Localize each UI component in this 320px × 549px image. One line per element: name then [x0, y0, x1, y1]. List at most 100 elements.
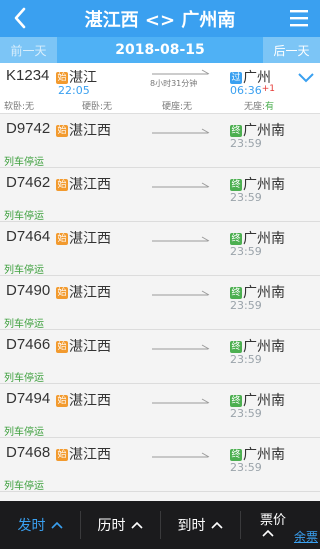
arrival-time: 23:59: [230, 299, 262, 312]
route-arrow-icon: [152, 69, 210, 75]
menu-button[interactable]: [288, 7, 310, 29]
train-number: D7462: [6, 174, 51, 191]
train-row[interactable]: D7494 始湛江西终广州南 23:59 列车停运: [0, 384, 320, 438]
train-number: D7490: [6, 282, 51, 299]
terminus-badge: 终: [230, 341, 242, 353]
chevron-down-icon[interactable]: [298, 71, 314, 83]
current-date[interactable]: 2018-08-15: [57, 37, 263, 63]
route-arrow-icon: [152, 452, 210, 458]
page-title: 湛江西 <> 广州南: [84, 9, 236, 31]
departure-station-name: 湛江西: [69, 123, 111, 139]
departure-station-name: 湛江西: [69, 447, 111, 463]
departure-station-name: 湛江西: [69, 231, 111, 247]
origin-badge: 始: [56, 179, 68, 191]
train-row[interactable]: D9742 始湛江西终广州南 23:59 列车停运: [0, 114, 320, 168]
sort-label: 历时: [97, 518, 126, 534]
arrival-time: 23:59: [230, 353, 262, 366]
train-number: D9742: [6, 120, 51, 137]
arrival-time: 23:59: [230, 191, 262, 204]
seat-value: 有: [265, 102, 275, 112]
next-day-button[interactable]: 后一天: [263, 37, 320, 63]
origin-badge: 始: [56, 233, 68, 245]
sort-by-price-button[interactable]: 票价 余票: [240, 501, 320, 549]
train-row[interactable]: D7464 始湛江西终广州南 23:59 列车停运: [0, 222, 320, 276]
terminus-badge: 终: [230, 287, 242, 299]
departure-station-name: 湛江西: [69, 339, 111, 355]
next-day-offset: +1: [261, 84, 275, 94]
seat-label: 无座:: [244, 102, 266, 112]
terminus-badge: 终: [230, 179, 242, 191]
route-arrow-icon: [152, 128, 210, 134]
status-label: 列车停运: [4, 373, 44, 384]
seat-soft-sleeper: 软卧:无: [4, 99, 34, 112]
terminus-badge: 终: [230, 395, 242, 407]
chevron-up-icon: [262, 529, 274, 537]
seat-value: 无: [25, 102, 35, 112]
train-number: D7494: [6, 390, 51, 407]
status-label: 列车停运: [4, 157, 44, 168]
chevron-up-icon: [210, 521, 223, 529]
arrival-time: 23:59: [230, 245, 262, 258]
route-arrow-icon: [152, 344, 210, 350]
origin-badge: 始: [56, 341, 68, 353]
seat-hard-seat: 硬座:无: [162, 99, 192, 112]
sort-by-duration-button[interactable]: 历时: [80, 501, 160, 549]
remaining-tickets-toggle[interactable]: 余票: [294, 528, 318, 545]
train-row[interactable]: D7470始湛江西终广州南23:59列车停运: [0, 492, 320, 501]
departure-time: 22:05: [58, 84, 90, 97]
train-number: K1234: [6, 67, 50, 84]
route-arrow-icon: [152, 290, 210, 296]
prev-day-button[interactable]: 前一天: [0, 37, 57, 63]
train-row[interactable]: D7468 始湛江西终广州南 23:59 列车停运: [0, 438, 320, 492]
sort-bar: 发时 历时 到时 票价 余票: [0, 501, 320, 549]
departure-station: 始湛江西: [56, 282, 111, 302]
terminus-badge: 终: [230, 233, 242, 245]
chevron-up-icon: [130, 521, 143, 529]
sort-by-arrival-button[interactable]: 到时: [160, 501, 240, 549]
travel-duration: 8小时31分钟: [150, 79, 198, 88]
departure-station-name: 湛江西: [69, 285, 111, 301]
train-row-expanded[interactable]: K1234 始湛江 22:05 8小时31分钟 过广州 06:36+1 软卧:无…: [0, 63, 320, 114]
seat-hard-sleeper: 硬卧:无: [82, 99, 112, 112]
origin-badge: 始: [56, 287, 68, 299]
pass-through-badge: 过: [230, 72, 242, 84]
sort-label: 到时: [177, 518, 206, 534]
origin-badge: 始: [56, 395, 68, 407]
price-label: 票价: [260, 513, 287, 528]
route-arrow-icon: [152, 236, 210, 242]
train-row[interactable]: D7462 始湛江西终广州南 23:59 列车停运: [0, 168, 320, 222]
date-bar: 前一天 2018-08-15 后一天: [0, 37, 320, 63]
chevron-up-icon: [50, 521, 63, 529]
route-arrow-icon: [152, 398, 210, 404]
departure-station: 始湛江西: [56, 174, 111, 194]
arrival-time: 06:36+1: [230, 84, 275, 97]
train-row[interactable]: D7490 始湛江西终广州南 23:59 列车停运: [0, 276, 320, 330]
arrival-time: 23:59: [230, 461, 262, 474]
departure-station: 始湛江西: [56, 120, 111, 140]
train-number: D7464: [6, 228, 51, 245]
departure-station: 始湛江西: [56, 336, 111, 356]
seat-standing: 无座:有: [244, 99, 274, 112]
seat-label: 硬卧:: [82, 102, 104, 112]
seat-label: 硬座:: [162, 102, 184, 112]
train-list[interactable]: K1234 始湛江 22:05 8小时31分钟 过广州 06:36+1 软卧:无…: [0, 63, 320, 501]
arrival-time: 23:59: [230, 407, 262, 420]
train-row[interactable]: D7466 始湛江西终广州南 23:59 列车停运: [0, 330, 320, 384]
status-label: 列车停运: [4, 265, 44, 276]
route-arrow-icon: [152, 182, 210, 188]
departure-station: 始湛江西: [56, 228, 111, 248]
seat-label: 软卧:: [4, 102, 26, 112]
origin-badge: 始: [56, 125, 68, 137]
status-label: 列车停运: [4, 211, 44, 222]
arrival-time-value: 06:36: [230, 84, 262, 97]
sort-by-departure-button[interactable]: 发时: [0, 501, 80, 549]
seat-value: 无: [103, 102, 113, 112]
train-number: D7468: [6, 444, 51, 461]
status-label: 列车停运: [4, 427, 44, 438]
departure-station: 始湛江西: [56, 444, 111, 464]
train-number: D7466: [6, 336, 51, 353]
status-label: 列车停运: [4, 481, 44, 492]
status-label: 列车停运: [4, 319, 44, 330]
terminus-badge: 终: [230, 449, 242, 461]
hamburger-icon: [290, 10, 308, 27]
